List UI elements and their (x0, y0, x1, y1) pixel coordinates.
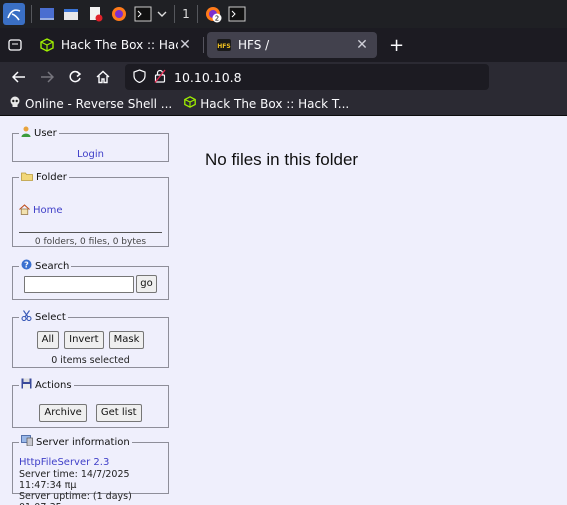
login-link[interactable]: Login (77, 149, 104, 160)
user-icon (21, 126, 31, 140)
htb-cube-icon (40, 38, 54, 52)
svg-text:?: ? (24, 261, 29, 270)
user-legend: User (19, 126, 59, 140)
get-list-button[interactable]: Get list (95, 404, 142, 422)
search-input[interactable] (24, 275, 135, 293)
insecure-lock-icon[interactable] (154, 68, 166, 87)
firefox-icon[interactable] (108, 3, 130, 25)
select-panel: Select All Invert Mask 0 items selected (12, 310, 169, 368)
user-legend-label: User (34, 127, 57, 139)
workspace-number[interactable]: 1 (179, 7, 193, 21)
text-editor-icon[interactable] (84, 3, 106, 25)
floppy-disk-icon (21, 378, 32, 392)
selection-status: 0 items selected (51, 355, 130, 366)
svg-text:HFS: HFS (217, 43, 230, 50)
hfs-logo-icon: HFS (217, 38, 231, 52)
folder-legend: Folder (19, 171, 69, 184)
tab-strip: Hack The Box :: Hack The ✕ HFS HFS / ✕ + (0, 28, 567, 62)
shield-icon[interactable] (133, 68, 146, 87)
bookmark-label: Online - Reverse Shell ... (25, 96, 173, 111)
hfs-version-link[interactable]: HttpFileServer 2.3 (19, 457, 109, 468)
home-folder-icon (19, 200, 30, 219)
server-time: Server time: 14/7/2025 11:47:34 πμ (19, 469, 130, 491)
file-manager-icon[interactable] (60, 3, 82, 25)
hfs-page: User Login Folder Home 0 folders, 0 file… (0, 116, 567, 505)
terminal-window-icon[interactable] (226, 3, 248, 25)
actions-legend: Actions (19, 378, 74, 392)
server-info-panel: Server information HttpFileServer 2.3 Se… (12, 435, 169, 505)
folder-icon (21, 171, 33, 184)
close-icon[interactable]: ✕ (355, 37, 369, 53)
taskbar-separator (197, 5, 198, 23)
actions-panel: Actions Archive Get list (12, 378, 169, 428)
invert-selection-button[interactable]: Invert (64, 331, 104, 349)
taskbar-separator (31, 5, 32, 23)
terminal-icon[interactable] (132, 3, 154, 25)
mask-button[interactable]: Mask (108, 331, 145, 349)
skull-icon (9, 96, 21, 111)
archive-button[interactable]: Archive (39, 404, 87, 422)
home-button[interactable] (89, 63, 117, 91)
scissors-icon (21, 310, 32, 324)
svg-text:2: 2 (215, 15, 219, 23)
navigation-bar: 10.10.10.8 (0, 62, 567, 92)
search-panel: ? Search go (12, 259, 169, 300)
server-computer-icon (21, 435, 33, 449)
firefox-window-icon[interactable]: 2 (202, 3, 224, 25)
url-text[interactable]: 10.10.10.8 (174, 70, 242, 85)
server-uptime: Server uptime: (1 days) 01:07:35 (19, 491, 132, 505)
folder-panel: Folder Home 0 folders, 0 files, 0 bytes (12, 171, 169, 247)
bookmark-label: Hack The Box :: Hack T... (200, 96, 350, 111)
tab-hackthebox[interactable]: Hack The Box :: Hack The ✕ (30, 32, 200, 58)
chevron-down-icon[interactable] (156, 3, 168, 25)
url-bar[interactable]: 10.10.10.8 (125, 64, 489, 90)
folder-legend-label: Folder (36, 172, 67, 183)
reload-button[interactable] (61, 63, 89, 91)
empty-folder-message: No files in this folder (205, 150, 359, 169)
tab-list-button[interactable] (0, 28, 30, 62)
help-icon: ? (21, 259, 32, 273)
forward-button[interactable] (33, 63, 61, 91)
select-all-button[interactable]: All (36, 331, 60, 349)
bookmark-hackthebox[interactable]: Hack The Box :: Hack T... (184, 96, 349, 111)
search-go-button[interactable]: go (136, 275, 157, 293)
taskbar: 1 2 (0, 0, 567, 28)
server-info-legend: Server information (19, 435, 132, 449)
htb-cube-icon (184, 96, 197, 111)
select-legend-label: Select (35, 311, 66, 323)
folder-stats: 0 folders, 0 files, 0 bytes (34, 237, 147, 247)
new-tab-button[interactable]: + (389, 35, 404, 56)
bookmark-reverse-shell[interactable]: Online - Reverse Shell ... (9, 96, 172, 111)
search-legend: ? Search (19, 259, 71, 273)
tab-label: Hack The Box :: Hack The (61, 38, 178, 52)
select-legend: Select (19, 310, 68, 324)
tab-hfs[interactable]: HFS HFS / ✕ (207, 32, 377, 58)
home-link[interactable]: Home (33, 205, 63, 216)
show-desktop-icon[interactable] (36, 3, 58, 25)
search-legend-label: Search (35, 260, 70, 272)
tab-separator (203, 37, 204, 53)
server-info-legend-label: Server information (36, 436, 130, 448)
bookmarks-bar: Online - Reverse Shell ... Hack The Box … (0, 92, 567, 116)
back-button[interactable] (5, 63, 33, 91)
kali-menu-icon[interactable] (3, 3, 25, 25)
user-panel: User Login (12, 126, 169, 162)
close-icon[interactable]: ✕ (178, 37, 192, 53)
tab-label: HFS / (238, 38, 270, 52)
taskbar-separator (174, 5, 175, 23)
actions-legend-label: Actions (35, 379, 72, 391)
